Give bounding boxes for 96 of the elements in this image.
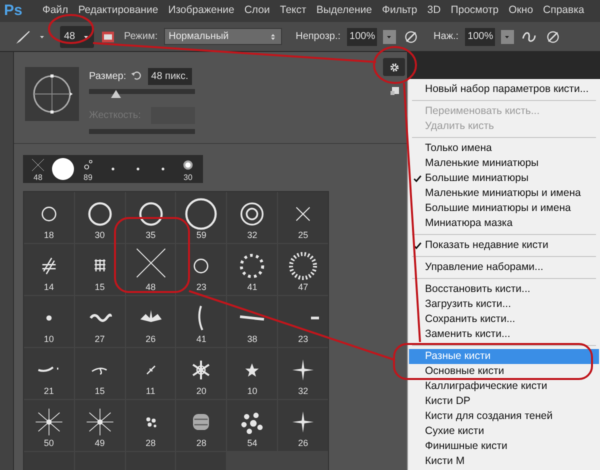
brush-size-label: 27 (94, 334, 105, 344)
brush-size-label: 50 (44, 438, 54, 448)
solid-circle-icon[interactable] (51, 157, 75, 181)
brush-size-label: 38 (247, 334, 258, 344)
menu-item[interactable]: Кисти для создания теней (409, 409, 599, 424)
brush-size-label: 10 (44, 334, 54, 344)
burst-icon[interactable] (32, 406, 65, 438)
brush-size-label: 48 (34, 172, 42, 182)
opacity-field-value: 100% (350, 30, 376, 44)
menu-item[interactable]: Миниатюра мазка (409, 216, 599, 231)
brush-size-label: 35 (146, 230, 156, 240)
brush-panel-icon[interactable] (100, 28, 116, 44)
menu-item[interactable]: Заменить кисти... (409, 327, 599, 342)
brush-size-label: 30 (94, 230, 105, 240)
menu-item[interactable]: Управление наборами... (409, 260, 599, 275)
brush-size-label: 48 (146, 282, 156, 292)
menu-item[interactable]: Фильтр (382, 3, 418, 19)
annotation-ellipse (48, 14, 94, 44)
updown-icon (268, 32, 277, 42)
menu-item[interactable]: Восстановить кисти... (409, 282, 599, 297)
menu-item[interactable]: Каллиграфические кисти (409, 379, 599, 394)
menu-item[interactable]: Сухие кисти (409, 424, 599, 439)
brush-size-label: 11 (146, 386, 156, 396)
menu-item[interactable]: Файл (42, 3, 68, 19)
menu-item[interactable]: Сохранить кисти... (409, 312, 599, 327)
annotation-ellipse (373, 46, 417, 84)
menu-item[interactable]: Загрузить кисти... (409, 297, 599, 312)
brush-size-label: 25 (298, 230, 308, 240)
brush-size-label: 20 (196, 386, 206, 396)
mode-label: Режим: (124, 30, 158, 44)
menu-item[interactable]: Слои (244, 3, 270, 19)
menu-item[interactable]: Новый набор параметров кисти... (409, 82, 599, 97)
brush-size-label: 14 (44, 282, 54, 292)
menu-item[interactable]: Основные кисти (409, 364, 599, 379)
ring-icon[interactable] (185, 198, 218, 230)
menu-item[interactable]: Показать недавние кисти (409, 238, 599, 253)
brush-size-label: 41 (247, 282, 258, 292)
brush-size-label: 15 (94, 386, 105, 396)
size-field[interactable]: 48 пикс. (148, 68, 192, 84)
new-preset-icon[interactable] (389, 86, 401, 98)
gear-icon (388, 62, 400, 72)
brush-size-label: 23 (298, 334, 308, 344)
dropdown-button[interactable] (382, 30, 396, 44)
menu-item[interactable]: Большие миниатюры и имена (409, 201, 599, 216)
brush-size-label: 18 (44, 230, 54, 240)
brush-size-label: 28 (146, 438, 156, 448)
brush-size-label: 59 (196, 230, 206, 240)
menu-item[interactable]: 3D (427, 3, 441, 19)
flow-field-value: 100% (468, 30, 494, 44)
brush-size-label: 32 (298, 386, 308, 396)
brush-angle-preview[interactable] (25, 67, 79, 121)
brush-size-label: 32 (247, 230, 258, 240)
dashed-ring-icon[interactable] (287, 250, 320, 282)
slider-thumb[interactable] (110, 90, 120, 98)
cross-icon[interactable] (30, 156, 46, 172)
app-logo: Ps (4, 0, 22, 21)
menu-item[interactable]: Маленькие миниатюры и имена (409, 186, 599, 201)
size-value: 48 пикс. (151, 70, 188, 84)
menu-item[interactable]: Кисти М (409, 454, 599, 469)
brush-size-label: 41 (196, 334, 206, 344)
menu-item[interactable]: Большие миниатюры (409, 171, 599, 186)
brush-size-label: 10 (247, 386, 258, 396)
menu-item[interactable]: Текст (280, 3, 306, 19)
dropdown-button[interactable] (500, 30, 514, 44)
brush-size-label: 28 (196, 438, 206, 448)
brush-size-label: 30 (184, 172, 192, 182)
brush-size-label: 47 (298, 282, 308, 292)
opacity-label: Непрозр.: (296, 30, 341, 44)
menu-item[interactable]: Редактирование (78, 3, 158, 19)
brush-size-label: 15 (94, 282, 105, 292)
flow-label: Наж.: (434, 30, 459, 44)
opacity-field[interactable]: 100% (346, 28, 377, 46)
menu-item[interactable]: Кисти DP (409, 394, 599, 409)
recent-brushes-strip[interactable]: 48 89 30 (23, 155, 203, 183)
brush-size-label: 49 (94, 438, 105, 448)
size-label: Размер: (89, 70, 126, 84)
brush-size-label: 89 (84, 172, 92, 182)
brush-size-value: 48 (64, 30, 76, 44)
menu-item[interactable]: Изображение (168, 3, 234, 19)
menu-item[interactable]: Только имена (409, 141, 599, 156)
brush-size-label: 23 (196, 282, 206, 292)
settings-button[interactable] (383, 58, 405, 76)
brush-size-label: 21 (44, 386, 54, 396)
blend-mode-dropdown[interactable]: Нормальный (164, 28, 282, 45)
menu-item[interactable]: Маленькие миниатюры (409, 156, 599, 171)
brush-size-label: 26 (298, 438, 308, 448)
menu-item[interactable]: Окно (508, 3, 534, 19)
menu-item[interactable]: Выделение (316, 3, 372, 19)
blend-mode-value: Нормальный (168, 30, 229, 44)
menu-item[interactable]: Просмотр (450, 3, 499, 19)
burst-icon[interactable] (84, 406, 116, 438)
flow-field[interactable]: 100% (464, 28, 495, 46)
menu-item[interactable]: Финишные кисти (409, 439, 599, 454)
brush-size-label: 54 (247, 438, 258, 448)
menu-item[interactable]: Справка (543, 3, 584, 19)
brush-size-label: 26 (146, 334, 156, 344)
